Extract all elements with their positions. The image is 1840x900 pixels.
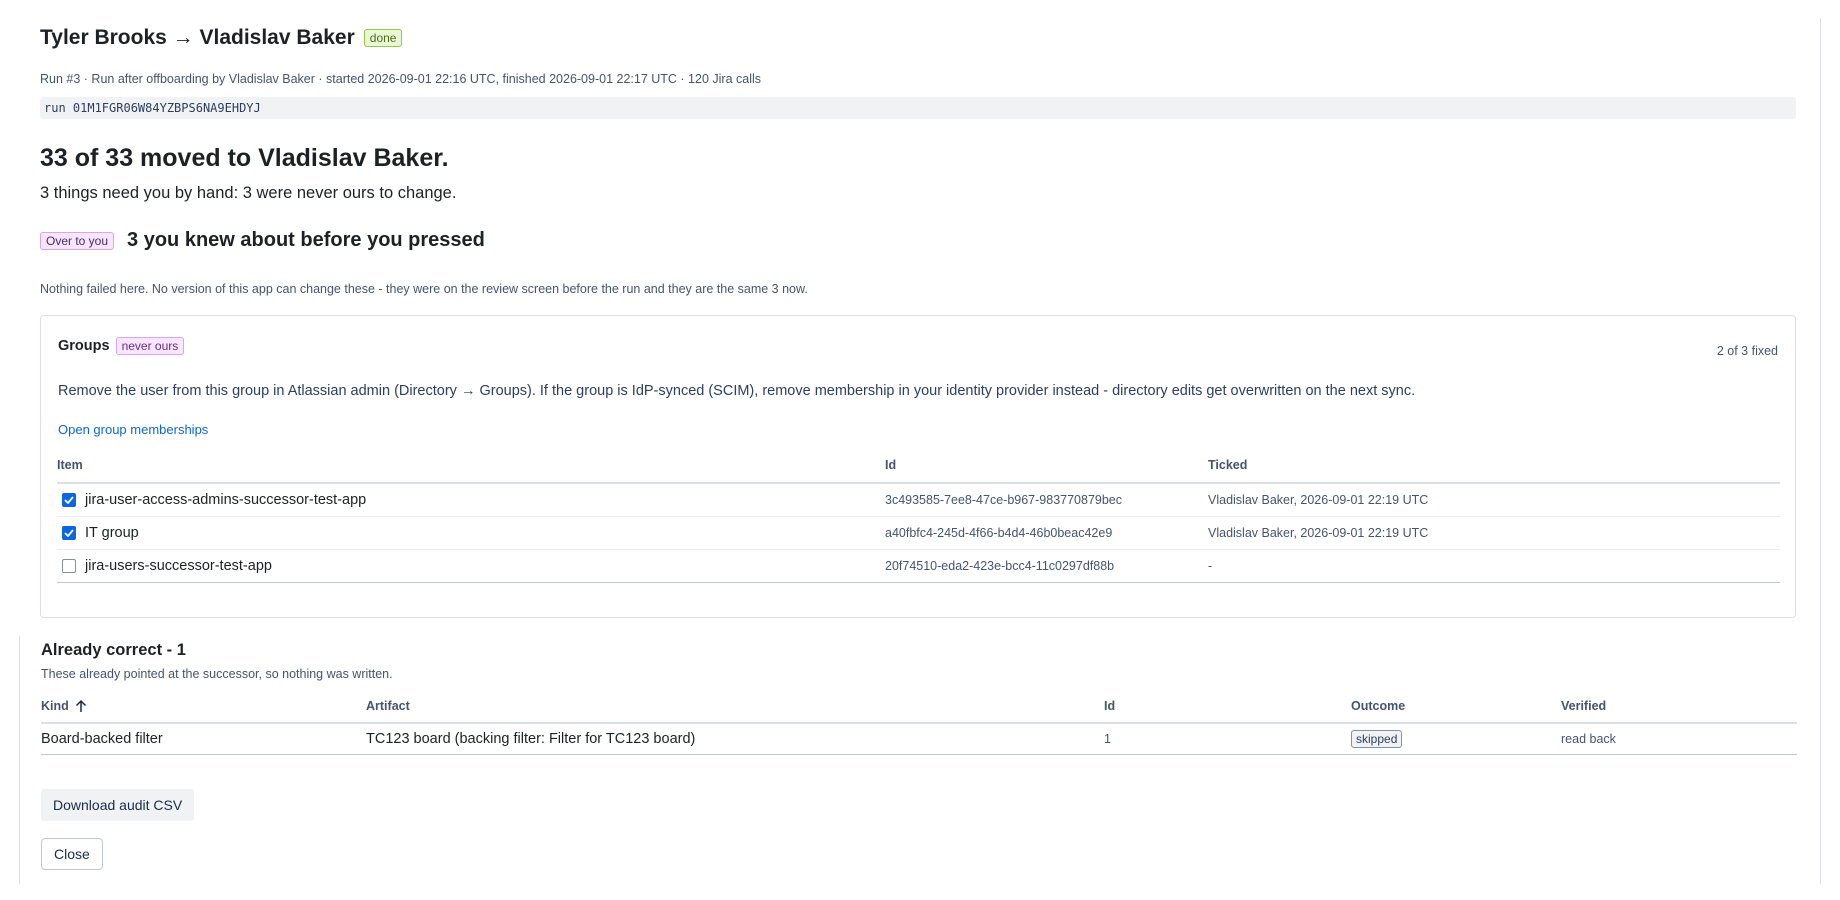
column-header-verified[interactable]: Verified — [1561, 690, 1797, 724]
item-cell: IT group — [57, 516, 885, 550]
checkbox-unchecked-icon[interactable] — [62, 559, 76, 573]
id-cell: 1 — [1104, 723, 1351, 755]
already-correct-table-header: Kind Artifact Id Outcome Verified — [41, 690, 1797, 724]
item-label: IT group — [85, 525, 139, 541]
outcome-cell: skipped — [1351, 723, 1561, 755]
artifact-cell: TC123 board (backing filter: Filter for … — [366, 723, 1104, 755]
id-cell: 3c493585-7ee8-47ce-b967-983770879bec — [885, 483, 1208, 517]
frame-divider-right — [1820, 18, 1821, 884]
groups-table: Item Id Ticked jira-user-access-admins-s… — [57, 448, 1780, 583]
item-label: jira-users-successor-test-app — [85, 558, 272, 574]
item-cell: jira-user-access-admins-successor-test-a… — [57, 483, 885, 517]
checkbox-checked-icon[interactable] — [62, 526, 76, 540]
table-row: jira-users-successor-test-app 20f74510-e… — [57, 549, 1780, 583]
frame-divider-left — [19, 636, 20, 884]
column-header-outcome[interactable]: Outcome — [1351, 690, 1561, 724]
status-badge: done — [363, 29, 403, 47]
open-group-memberships-link[interactable]: Open group memberships — [58, 422, 208, 437]
fixed-count: 2 of 3 fixed — [1716, 344, 1778, 358]
kind-header-label: Kind — [41, 699, 69, 713]
groups-table-header: Item Id Ticked — [57, 448, 1780, 484]
table-row: jira-user-access-admins-successor-test-a… — [57, 483, 1780, 517]
groups-panel-header: Groups never ours — [58, 337, 185, 355]
already-correct-table: Kind Artifact Id Outcome Verified Board-… — [41, 690, 1797, 755]
page-title: Tyler Brooks → Vladislav Baker — [40, 26, 355, 49]
id-cell: a40fbfc4-245d-4f66-b4d4-46b0beac42e9 — [885, 516, 1208, 550]
never-ours-badge: never ours — [115, 337, 185, 355]
close-button[interactable]: Close — [41, 838, 103, 870]
groups-panel: Groups never ours 2 of 3 fixed Remove th… — [40, 315, 1796, 618]
ticked-cell: - — [1208, 549, 1780, 583]
ticked-cell: Vladislav Baker, 2026-09-01 22:19 UTC — [1208, 483, 1780, 517]
download-audit-csv-button[interactable]: Download audit CSV — [41, 789, 195, 821]
summary-headline: 33 of 33 moved to Vladislav Baker. — [40, 144, 449, 172]
verified-cell: read back — [1561, 723, 1797, 755]
column-header-item: Item — [57, 448, 885, 484]
kind-cell: Board-backed filter — [41, 723, 366, 755]
ticked-cell: Vladislav Baker, 2026-09-01 22:19 UTC — [1208, 516, 1780, 550]
over-to-you-row: Over to you 3 you knew about before you … — [40, 229, 485, 252]
column-header-artifact[interactable]: Artifact — [366, 690, 1104, 724]
summary-subhead: 3 things need you by hand: 3 were never … — [40, 184, 457, 202]
over-to-you-badge: Over to you — [40, 231, 115, 250]
outcome-badge: skipped — [1351, 730, 1403, 748]
id-cell: 20f74510-eda2-423e-bcc4-11c0297df88b — [885, 549, 1208, 583]
run-report-page: Tyler Brooks → Vladislav Baker done Run … — [0, 0, 1840, 900]
column-header-kind[interactable]: Kind — [41, 690, 366, 724]
over-to-you-note: Nothing failed here. No version of this … — [40, 282, 808, 296]
item-label: jira-user-access-admins-successor-test-a… — [85, 492, 367, 508]
arrow-up-icon — [75, 699, 86, 712]
title-row: Tyler Brooks → Vladislav Baker done — [40, 26, 403, 50]
already-correct-description: These already pointed at the successor, … — [41, 667, 393, 681]
column-header-id[interactable]: Id — [1104, 690, 1351, 724]
column-header-ticked: Ticked — [1208, 448, 1780, 484]
column-header-id: Id — [885, 448, 1208, 484]
already-correct-title: Already correct - 1 — [41, 641, 186, 659]
table-row: IT group a40fbfc4-245d-4f66-b4d4-46b0bea… — [57, 516, 1780, 550]
groups-instructions: Remove the user from this group in Atlas… — [58, 383, 1416, 399]
over-to-you-title: 3 you knew about before you pressed — [127, 229, 485, 251]
checkbox-checked-icon[interactable] — [62, 493, 76, 507]
table-row: Board-backed filter TC123 board (backing… — [41, 723, 1797, 755]
groups-panel-title: Groups — [58, 338, 110, 354]
item-cell: jira-users-successor-test-app — [57, 549, 885, 583]
run-meta: Run #3 · Run after offboarding by Vladis… — [40, 72, 761, 86]
run-id: run 01M1FGR06W84YZBPS6NA9EHDYJ — [40, 97, 1796, 119]
